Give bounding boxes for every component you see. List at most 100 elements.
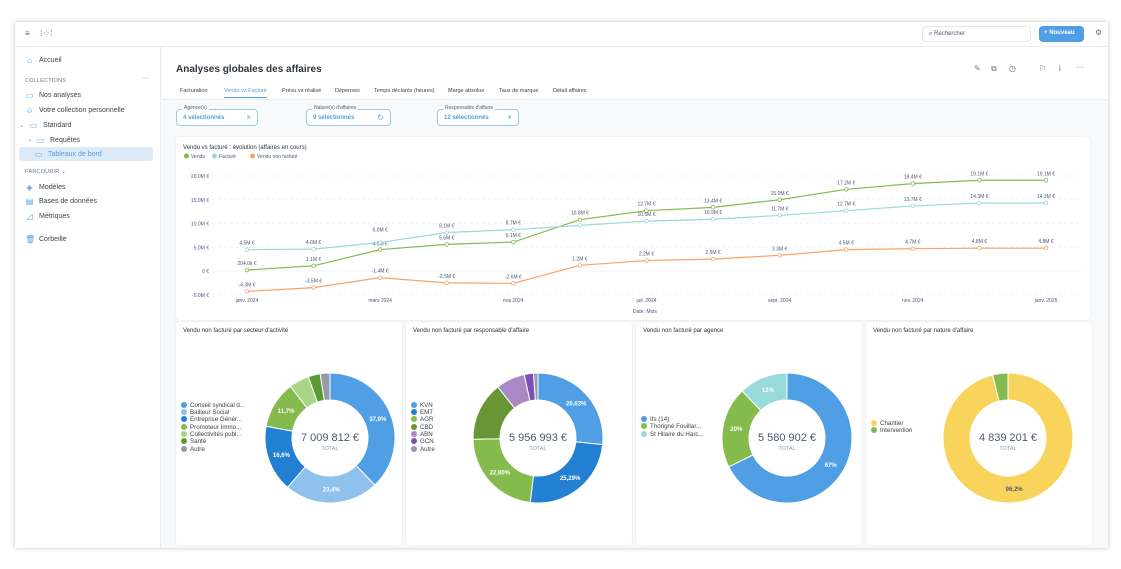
data-point[interactable]: [910, 246, 916, 251]
legend-label[interactable]: Vendu: [191, 154, 205, 160]
slice-label: 11,7%: [278, 409, 295, 415]
tab-6[interactable]: Taux de marque: [499, 88, 538, 94]
data-point[interactable]: [644, 258, 649, 263]
sidebar-item-personal-collection[interactable]: ☺ Votre collection personnelle: [25, 106, 124, 115]
donut-card-2: Vendu non facturé par agence Ifs (14) Thor…: [636, 322, 862, 545]
data-point[interactable]: [577, 217, 583, 222]
data-point[interactable]: [511, 227, 516, 232]
search-input[interactable]: ⌕ Rechercher: [922, 26, 1031, 42]
data-point[interactable]: [311, 285, 316, 290]
data-point[interactable]: [244, 267, 250, 273]
share-icon[interactable]: ⧉: [991, 64, 997, 74]
info-icon[interactable]: i: [1059, 64, 1061, 73]
donut-slice[interactable]: [329, 372, 396, 486]
data-point[interactable]: [844, 247, 849, 252]
data-point[interactable]: [311, 263, 316, 268]
sidebar-item-tableaux-de-bord[interactable]: ▭ Tableaux de bord: [19, 147, 153, 161]
filter-value: 12 sélectionnés: [444, 115, 489, 121]
sidebar-item-home[interactable]: ⌂ Accueil: [25, 56, 62, 65]
donut-total: 5 956 993 €: [509, 432, 567, 444]
data-point[interactable]: [511, 281, 516, 286]
data-point[interactable]: [710, 205, 716, 210]
chevron-down-icon[interactable]: ⌄: [19, 122, 24, 129]
data-point[interactable]: [1043, 178, 1049, 183]
data-point[interactable]: [377, 240, 383, 245]
data-point[interactable]: [844, 187, 849, 192]
data-label: 19.1M €: [1037, 171, 1055, 177]
sidebar-item-metriques[interactable]: ◿ Métriques: [25, 212, 69, 221]
data-point[interactable]: [244, 247, 250, 252]
donut-total: 4 839 201 €: [979, 432, 1037, 444]
settings-icon[interactable]: ⚙: [1095, 28, 1102, 37]
more-icon[interactable]: ···: [142, 75, 149, 82]
data-point[interactable]: [311, 246, 316, 252]
data-label: 11.7M €: [771, 206, 789, 212]
bookmark-icon[interactable]: ⚐: [1039, 64, 1046, 73]
sidebar-item-databases[interactable]: ▤ Bases de données: [25, 197, 97, 206]
data-point[interactable]: [844, 208, 849, 213]
close-icon[interactable]: ×: [246, 113, 251, 122]
y-tick-label: -5.0M €: [192, 293, 209, 299]
sidebar-item-modeles[interactable]: ◈ Modèles: [25, 183, 65, 192]
slice-label: 20%: [730, 427, 743, 433]
menu-icon[interactable]: ≡: [25, 29, 30, 38]
data-point[interactable]: [777, 213, 782, 218]
logo-icon[interactable]: ⁞⁘⁞: [40, 28, 53, 39]
tab-2[interactable]: Prévu vs réalisé: [282, 88, 321, 94]
data-point[interactable]: [710, 217, 716, 222]
sidebar-item-requetes[interactable]: › ▭ Requêtes: [29, 136, 80, 145]
legend-label[interactable]: Vendu non facturé: [257, 154, 298, 160]
data-point[interactable]: [910, 181, 916, 186]
data-point[interactable]: [444, 230, 449, 235]
data-point[interactable]: [1043, 200, 1049, 206]
data-point[interactable]: [977, 245, 982, 251]
more-icon[interactable]: ···: [1076, 63, 1084, 72]
close-icon[interactable]: ×: [507, 113, 512, 122]
browse-header[interactable]: PARCOURIR ⌄: [25, 169, 66, 175]
data-point[interactable]: [1043, 245, 1049, 251]
y-tick-label: 15.0M €: [191, 198, 209, 204]
filter-1[interactable]: Nature(s) d'affaires 9 sélectionnés ↻: [306, 105, 391, 126]
sidebar-item-trash[interactable]: 🗑︎ Corbeille: [25, 235, 67, 244]
data-point[interactable]: [910, 203, 916, 209]
data-label: 8.7M €: [506, 221, 522, 227]
data-point[interactable]: [577, 263, 583, 268]
tab-5[interactable]: Marge absolue: [448, 88, 484, 94]
filter-2[interactable]: Responsable d'affaire 12 sélectionnés ×: [437, 105, 519, 126]
data-point[interactable]: [444, 280, 449, 286]
legend-dot: [250, 153, 255, 159]
app-window: ≡ ⁞⁘⁞ ⌕ Rechercher + Nouveau ⚙ ⌂ Accueil …: [15, 22, 1108, 548]
filter-0[interactable]: Agence(s) 4 sélectionnés ×: [176, 105, 258, 126]
tab-1[interactable]: Vendu vs Facturé: [224, 88, 267, 98]
collections-header: COLLECTIONS: [25, 78, 67, 84]
tab-7[interactable]: Détail affaires: [553, 88, 587, 94]
sidebar-item-nos-analyses[interactable]: ▭ Nos analyses: [25, 91, 81, 100]
data-point[interactable]: [244, 289, 250, 294]
reset-icon[interactable]: ↻: [377, 113, 384, 122]
data-point[interactable]: [777, 197, 782, 202]
legend-label[interactable]: Facturé: [219, 154, 236, 160]
data-label: 3.3M €: [772, 246, 788, 252]
sidebar-item-standard[interactable]: ⌄ ▭ Standard: [19, 121, 71, 130]
data-point[interactable]: [377, 247, 383, 252]
data-point[interactable]: [577, 223, 583, 228]
data-point[interactable]: [710, 256, 716, 262]
tab-4[interactable]: Temps déclarés (heures): [374, 88, 435, 94]
data-point[interactable]: [777, 253, 782, 258]
chevron-right-icon[interactable]: ›: [29, 138, 31, 144]
tab-0[interactable]: Facturation: [180, 88, 208, 94]
new-button[interactable]: + Nouveau: [1039, 26, 1084, 42]
y-tick-label: 0 €: [202, 269, 209, 275]
data-point[interactable]: [377, 275, 383, 280]
legend-dot: [212, 153, 217, 159]
data-point[interactable]: [977, 200, 982, 206]
data-label: 5.6M €: [439, 235, 455, 241]
data-label: 14.3M €: [970, 194, 988, 200]
edit-icon[interactable]: ✎: [974, 64, 981, 73]
data-point[interactable]: [644, 218, 649, 224]
tab-3[interactable]: Dépenses: [335, 88, 360, 94]
data-point[interactable]: [511, 239, 516, 245]
data-point[interactable]: [444, 242, 449, 247]
history-icon[interactable]: ◷: [1009, 64, 1016, 73]
data-point[interactable]: [977, 178, 982, 183]
